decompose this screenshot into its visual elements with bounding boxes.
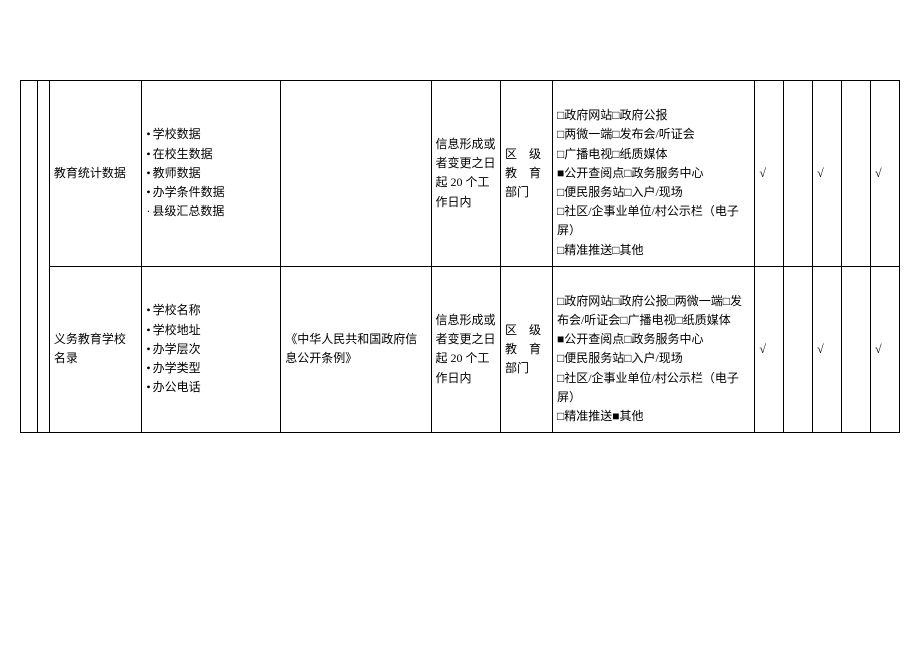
subject-text: 区 级教 育部门 bbox=[505, 147, 541, 199]
content-list: 学校名称 学校地址 办学层次 办学类型 办公电话 bbox=[146, 301, 276, 397]
check-mark: √ bbox=[817, 342, 824, 356]
content-cell: 学校数据 在校生数据 教师数据 办学条件数据 县级汇总数据 bbox=[142, 81, 281, 267]
check-cell: √ bbox=[813, 81, 842, 267]
leading-cell-1 bbox=[21, 81, 38, 433]
basis-cell bbox=[281, 81, 431, 267]
channel-text: □政府网站□政府公报 □两微一端□发布会/听证会 □广播电视□纸质媒体 ■公开查… bbox=[557, 108, 739, 256]
time-text: 信息形成或者变更之日起 20 个工作日内 bbox=[436, 137, 496, 209]
subject-cell: 区 级教 育部门 bbox=[500, 81, 552, 267]
check-mark: √ bbox=[759, 166, 766, 180]
check-mark: √ bbox=[875, 342, 882, 356]
content-item: 在校生数据 bbox=[146, 145, 276, 164]
check-cell: √ bbox=[755, 81, 784, 267]
check-cell bbox=[784, 266, 813, 433]
table-row: 教育统计数据 学校数据 在校生数据 教师数据 办学条件数据 县级汇总数据 信息形… bbox=[21, 81, 900, 267]
item-name: 教育统计数据 bbox=[54, 166, 126, 180]
check-cell bbox=[842, 81, 871, 267]
table-row: 义务教育学校名录 学校名称 学校地址 办学层次 办学类型 办公电话 《中华人民共… bbox=[21, 266, 900, 433]
channel-cell: □政府网站□政府公报 □两微一端□发布会/听证会 □广播电视□纸质媒体 ■公开查… bbox=[552, 81, 754, 267]
content-item: 教师数据 bbox=[146, 164, 276, 183]
content-list: 学校数据 在校生数据 教师数据 办学条件数据 县级汇总数据 bbox=[146, 125, 276, 221]
disclosure-table: 教育统计数据 学校数据 在校生数据 教师数据 办学条件数据 县级汇总数据 信息形… bbox=[20, 80, 900, 433]
time-cell: 信息形成或者变更之日起 20 个工作日内 bbox=[431, 81, 500, 267]
channel-cell: □政府网站□政府公报□两微一端□发布会/听证会□广播电视□纸质媒体 ■公开查阅点… bbox=[552, 266, 754, 433]
check-cell: √ bbox=[813, 266, 842, 433]
item-name-cell: 教育统计数据 bbox=[49, 81, 142, 267]
content-item: 办学条件数据 bbox=[146, 183, 276, 202]
check-mark: √ bbox=[759, 342, 766, 356]
subject-cell: 区 级教 育部门 bbox=[500, 266, 552, 433]
content-item: 学校数据 bbox=[146, 125, 276, 144]
leading-cell-2 bbox=[38, 81, 50, 433]
check-mark: √ bbox=[817, 166, 824, 180]
channel-text: □政府网站□政府公报□两微一端□发布会/听证会□广播电视□纸质媒体 ■公开查阅点… bbox=[557, 294, 742, 423]
content-item: 办学类型 bbox=[146, 359, 276, 378]
subject-text: 区 级教 育部门 bbox=[505, 323, 541, 375]
basis-text: 《中华人民共和国政府信息公开条例》 bbox=[285, 332, 417, 365]
basis-cell: 《中华人民共和国政府信息公开条例》 bbox=[281, 266, 431, 433]
time-text: 信息形成或者变更之日起 20 个工作日内 bbox=[436, 313, 496, 385]
content-cell: 学校名称 学校地址 办学层次 办学类型 办公电话 bbox=[142, 266, 281, 433]
time-cell: 信息形成或者变更之日起 20 个工作日内 bbox=[431, 266, 500, 433]
check-cell bbox=[842, 266, 871, 433]
content-item: 办学层次 bbox=[146, 340, 276, 359]
check-cell: √ bbox=[870, 266, 899, 433]
check-cell: √ bbox=[755, 266, 784, 433]
check-cell: √ bbox=[870, 81, 899, 267]
item-name-cell: 义务教育学校名录 bbox=[49, 266, 142, 433]
check-mark: √ bbox=[875, 166, 882, 180]
content-item: 学校名称 bbox=[146, 301, 276, 320]
content-item: 办公电话 bbox=[146, 378, 276, 397]
item-name: 义务教育学校名录 bbox=[54, 332, 126, 365]
content-item: 县级汇总数据 bbox=[146, 202, 276, 221]
check-cell bbox=[784, 81, 813, 267]
content-item: 学校地址 bbox=[146, 321, 276, 340]
